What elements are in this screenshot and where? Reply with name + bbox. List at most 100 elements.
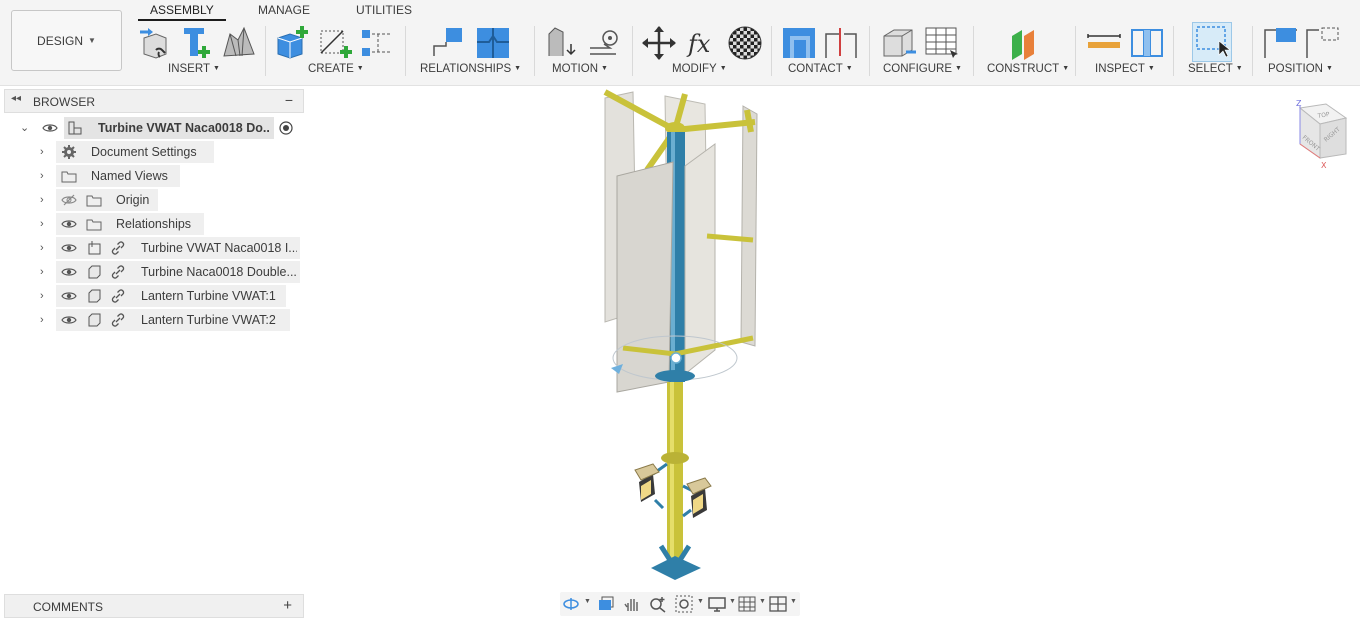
pan-hand-icon[interactable]	[623, 595, 641, 613]
chevron-right-icon[interactable]: ›	[40, 218, 52, 230]
move-copy-icon[interactable]	[640, 24, 678, 62]
browser-item-turbine-vwat-sub-assembly[interactable]: › Turbine VWAT Naca0018 I...	[4, 237, 304, 259]
chevron-down-icon[interactable]: ▼	[697, 598, 704, 605]
tab-assembly[interactable]: ASSEMBLY	[150, 3, 214, 17]
measure-icon[interactable]	[1085, 24, 1123, 62]
position-group-dropdown[interactable]: POSITION ▼	[1268, 63, 1333, 75]
browser-item-document-settings[interactable]: › Document Settings	[4, 141, 304, 163]
visibility-eye-icon[interactable]	[61, 216, 77, 232]
create-pattern-icon[interactable]	[358, 24, 396, 62]
visibility-eye-icon[interactable]	[61, 240, 77, 256]
construct-group-dropdown[interactable]: CONSTRUCT ▼	[987, 63, 1069, 75]
group-divider	[405, 26, 406, 76]
window-select-icon[interactable]	[1192, 22, 1232, 62]
browser-item-named-views[interactable]: › Named Views	[4, 165, 304, 187]
ribbon-toolbar: DESIGN ▼ ASSEMBLY MANAGE UTILITIES INSER…	[0, 0, 1360, 86]
browser-item-origin[interactable]: › Origin	[4, 189, 304, 211]
motion-link-icon[interactable]	[586, 24, 624, 62]
browser-root-row[interactable]: ⌄ Turbine VWAT Naca0018 Do...	[4, 117, 304, 139]
tab-manage[interactable]: MANAGE	[258, 3, 310, 17]
orbit-icon[interactable]	[562, 595, 580, 613]
chevron-right-icon[interactable]: ›	[40, 194, 52, 206]
visibility-eye-icon[interactable]	[61, 288, 77, 304]
group-divider	[1252, 26, 1253, 76]
appearance-icon[interactable]	[726, 24, 764, 62]
new-component-icon[interactable]	[274, 24, 312, 62]
tree-item-label: Relationships	[116, 217, 192, 231]
create-sketch-icon[interactable]	[316, 24, 354, 62]
modify-group-dropdown[interactable]: MODIFY ▼	[672, 63, 727, 75]
offset-plane-icon[interactable]	[1006, 24, 1044, 62]
turbine-3d-model[interactable]	[595, 86, 775, 586]
relationships-group-dropdown[interactable]: RELATIONSHIPS ▼	[420, 63, 521, 75]
collapse-panel-icon[interactable]: ◂◂	[11, 93, 21, 104]
chevron-down-icon[interactable]: ⌄	[20, 122, 32, 134]
component-icon	[86, 312, 102, 328]
grid-settings-icon[interactable]	[738, 595, 756, 613]
look-at-icon[interactable]	[597, 595, 615, 613]
chevron-down-icon: ▼	[514, 65, 522, 72]
visibility-eye-icon[interactable]	[61, 264, 77, 280]
folder-icon	[61, 168, 77, 184]
interference-icon[interactable]	[1128, 24, 1166, 62]
comments-title: COMMENTS	[33, 600, 103, 614]
chevron-right-icon[interactable]: ›	[40, 290, 52, 302]
create-group-dropdown[interactable]: CREATE ▼	[308, 63, 364, 75]
new-contact-set-icon[interactable]	[822, 24, 860, 62]
folder-icon	[86, 192, 102, 208]
insert-component-icon[interactable]	[136, 24, 174, 62]
joint-origin-icon[interactable]	[474, 24, 512, 62]
insert-mesh-icon[interactable]	[220, 24, 258, 62]
chevron-right-icon[interactable]: ›	[40, 242, 52, 254]
chevron-right-icon[interactable]: ›	[40, 266, 52, 278]
visibility-eye-icon[interactable]	[42, 120, 58, 136]
add-comment-button[interactable]: +	[283, 597, 292, 614]
inspect-group-dropdown[interactable]: INSPECT ▼	[1095, 63, 1155, 75]
revert-position-icon[interactable]	[1304, 24, 1342, 62]
chevron-down-icon[interactable]: ▼	[759, 598, 766, 605]
capture-position-icon[interactable]	[1262, 24, 1300, 62]
chevron-down-icon[interactable]: ▼	[790, 598, 797, 605]
visibility-hidden-icon[interactable]	[61, 192, 77, 208]
motion-group-dropdown[interactable]: MOTION ▼	[552, 63, 608, 75]
browser-item-turbine-naca0018-double[interactable]: › Turbine Naca0018 Double...	[4, 261, 304, 283]
configure-design-icon[interactable]	[880, 24, 918, 62]
chevron-right-icon[interactable]: ›	[40, 314, 52, 326]
activate-radio-icon[interactable]	[278, 120, 294, 136]
browser-item-lantern-2[interactable]: › Lantern Turbine VWAT:2	[4, 309, 304, 331]
fit-window-icon[interactable]	[675, 595, 693, 613]
configuration-table-icon[interactable]	[922, 24, 960, 62]
zoom-icon[interactable]	[649, 595, 667, 613]
tree-item-label: Turbine Naca0018 Double...	[141, 265, 297, 279]
view-cube[interactable]: TOP FRONT RIGHT Z X	[1270, 98, 1350, 178]
chevron-right-icon[interactable]: ›	[40, 146, 52, 158]
chevron-down-icon[interactable]: ▼	[584, 598, 591, 605]
configure-group-dropdown[interactable]: CONFIGURE ▼	[883, 63, 962, 75]
browser-item-relationships[interactable]: › Relationships	[4, 213, 304, 235]
chevron-down-icon: ▼	[955, 65, 962, 72]
contact-group-dropdown[interactable]: CONTACT ▼	[788, 63, 853, 75]
viewports-icon[interactable]	[769, 595, 787, 613]
parameters-fx-icon[interactable]: fx	[684, 24, 722, 62]
workspace-design-button[interactable]: DESIGN ▼	[11, 10, 122, 71]
3d-viewport[interactable]: TOP FRONT RIGHT Z X	[305, 86, 1360, 619]
enable-contact-sets-icon[interactable]	[780, 24, 818, 62]
browser-item-lantern-1[interactable]: › Lantern Turbine VWAT:1	[4, 285, 304, 307]
select-group-dropdown[interactable]: SELECT ▼	[1188, 63, 1243, 75]
tree-item-label: Lantern Turbine VWAT:1	[141, 289, 276, 303]
insert-joint-icon[interactable]	[178, 24, 216, 62]
viewcube-z-axis-label: Z	[1296, 99, 1302, 108]
chevron-right-icon[interactable]: ›	[40, 170, 52, 182]
display-settings-icon[interactable]	[708, 595, 726, 613]
tab-utilities[interactable]: UTILITIES	[356, 3, 412, 17]
minimize-panel-button[interactable]: −	[285, 92, 293, 108]
component-icon	[86, 264, 102, 280]
visibility-eye-icon[interactable]	[61, 312, 77, 328]
group-divider	[265, 26, 266, 76]
rigid-group-icon[interactable]	[430, 24, 468, 62]
viewcube-x-axis-label: X	[1321, 161, 1327, 170]
group-divider	[632, 26, 633, 76]
insert-group-dropdown[interactable]: INSERT ▼	[168, 63, 220, 75]
chevron-down-icon[interactable]: ▼	[729, 598, 736, 605]
drive-joints-icon[interactable]	[543, 24, 581, 62]
